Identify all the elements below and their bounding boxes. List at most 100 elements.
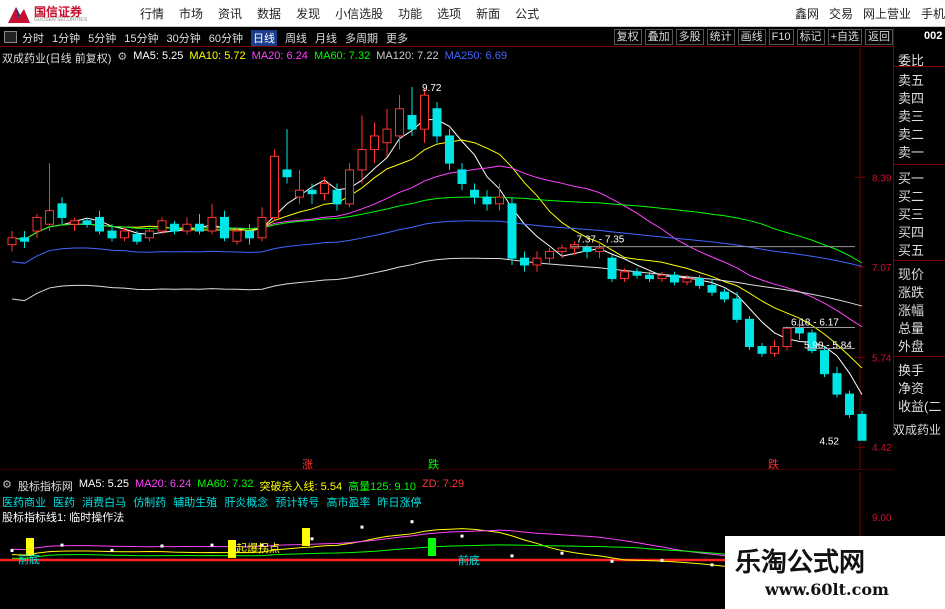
candle-down [720, 291, 729, 300]
indicator-dot [710, 563, 714, 567]
indicator-dot [560, 551, 564, 555]
concept-tag[interactable]: 高市盈率 [326, 497, 370, 509]
quote-field-label: 卖三 [898, 109, 925, 124]
quote-field-label: 买一 [898, 171, 925, 186]
price-tick-label: 8.39 [872, 173, 892, 184]
candle-up [207, 216, 217, 232]
signal-bar [26, 538, 34, 556]
quote-field-label: 总量 [898, 321, 925, 336]
candle-up [270, 155, 279, 218]
quote-separator [894, 356, 945, 357]
breakout-point-label: 起爆拐点 [236, 541, 280, 555]
candle-up [145, 230, 154, 239]
quote-field-label: 净资 [898, 381, 925, 396]
candle-down [520, 257, 529, 266]
price-axis-labels: 8.39 7.07 5.74 4.42 [872, 173, 892, 454]
ma5-line [11, 119, 863, 395]
indicator-dot [660, 558, 664, 562]
candle-up [45, 210, 54, 225]
indicator-line-title: 股标指标线1: 临时操作法 [2, 512, 125, 524]
candle-down [607, 257, 617, 280]
concept-tag[interactable]: 仿制药 [133, 497, 166, 509]
candle-up [495, 196, 504, 205]
candle-down [445, 135, 454, 164]
range-label: 6.18 - 6.17 [791, 317, 839, 328]
candle-up [157, 220, 167, 232]
price-tick-label: 7.07 [872, 263, 892, 274]
candle-down [470, 189, 479, 198]
candle-down [695, 278, 704, 286]
candle-up [770, 346, 779, 354]
ind-breakout-label: 突破杀入线: 5.54 [259, 481, 343, 493]
candle-up [382, 128, 392, 144]
indicator-settings-icon[interactable]: ⚙ [2, 478, 12, 492]
candle-down [832, 373, 842, 395]
indicator-dot [10, 549, 14, 552]
indicator-dot [60, 543, 64, 547]
candle-down [195, 223, 204, 232]
ind-ma5-label: MA5: 5.25 [78, 478, 130, 490]
concept-tag[interactable]: 肝炎概念 [224, 497, 268, 509]
signal-bar [228, 540, 236, 558]
stock-name-label[interactable]: 双成药业 [893, 421, 941, 438]
range-label: 5.90 - 5.84 [804, 341, 852, 352]
low-price-label: 4.52 [820, 436, 840, 447]
quote-panel: 002 委比 卖五 卖四 卖三 卖二 卖一 买一 买二 买三 买四 买五 现价 涨跌 涨幅 总量 外盘 换手 净资… [893, 28, 945, 436]
concept-tag[interactable]: 昨日涨停 [378, 497, 422, 509]
watermark-title: 乐淘公式网 [735, 548, 866, 578]
quote-field-label: 外盘 [898, 339, 925, 354]
candle-down [845, 393, 854, 415]
quote-field-label: 卖一 [898, 145, 925, 160]
candle-down [332, 189, 342, 205]
candle-up [420, 94, 429, 130]
quote-field-label: 涨幅 [898, 303, 925, 318]
price-tick-label: 5.74 [872, 353, 892, 364]
candle-up [320, 182, 329, 195]
candle-down [820, 350, 829, 375]
quote-field-label: 涨跌 [898, 285, 925, 300]
candle-down [582, 246, 592, 252]
candle-down [407, 115, 417, 130]
indicator-dot [510, 554, 514, 558]
candle-down [132, 233, 142, 242]
concept-tag[interactable]: 辅助生殖 [173, 497, 217, 509]
concept-tag[interactable]: 医药 [53, 497, 75, 509]
quote-field-label: 收益(二 [898, 399, 942, 414]
candle-down [170, 223, 179, 232]
quote-field-label: 现价 [898, 267, 925, 282]
quote-field-label: 买五 [898, 243, 925, 258]
candle-up [120, 230, 129, 239]
candle-down [107, 230, 117, 239]
indicator-dot [610, 559, 614, 563]
candle-down [757, 346, 767, 354]
watermark-url: www.60lt.com [765, 580, 889, 599]
candlestick-chart[interactable]: 9.72 4.52 7.37 - 7.35 6.18 - 6.17 5.90 - 5.8… [0, 0, 893, 470]
candle-down [282, 169, 292, 178]
quote-field-label: 换手 [898, 363, 925, 378]
concept-tag[interactable]: 医药商业 [2, 497, 46, 509]
quote-separator [894, 66, 945, 67]
candle-up [70, 220, 79, 225]
indicator-dot [460, 534, 464, 538]
concept-tag[interactable]: 预计转号 [275, 497, 319, 509]
ma60-line [11, 196, 863, 264]
menu-item-mobile[interactable]: 手机 [921, 5, 945, 22]
indicator-dot [410, 520, 414, 524]
prior-bottom-label-2: 前底 [458, 553, 480, 567]
indicator-dot [360, 525, 364, 529]
quote-field-label: 卖二 [898, 127, 925, 142]
candle-up [232, 230, 242, 242]
indicator-dot [260, 543, 264, 547]
indicator-legend: ⚙ 股标指标网 MA5: 5.25 MA20: 6.24 MA60: 7.32 … [2, 478, 470, 493]
indicator-dot [160, 544, 164, 548]
concept-tag[interactable]: 消费白马 [82, 497, 126, 509]
candle-up [182, 223, 192, 232]
candle-up [657, 274, 667, 280]
candle-down [432, 108, 442, 137]
candle-up [345, 169, 354, 205]
range-label: 7.37 - 7.35 [577, 235, 625, 246]
ind-high-volume-label: 高量125: 9.10 [348, 481, 416, 493]
quote-field-label: 买三 [898, 207, 925, 222]
ind-ma20-label: MA20: 6.24 [135, 478, 192, 490]
moving-average-lines [11, 119, 863, 395]
